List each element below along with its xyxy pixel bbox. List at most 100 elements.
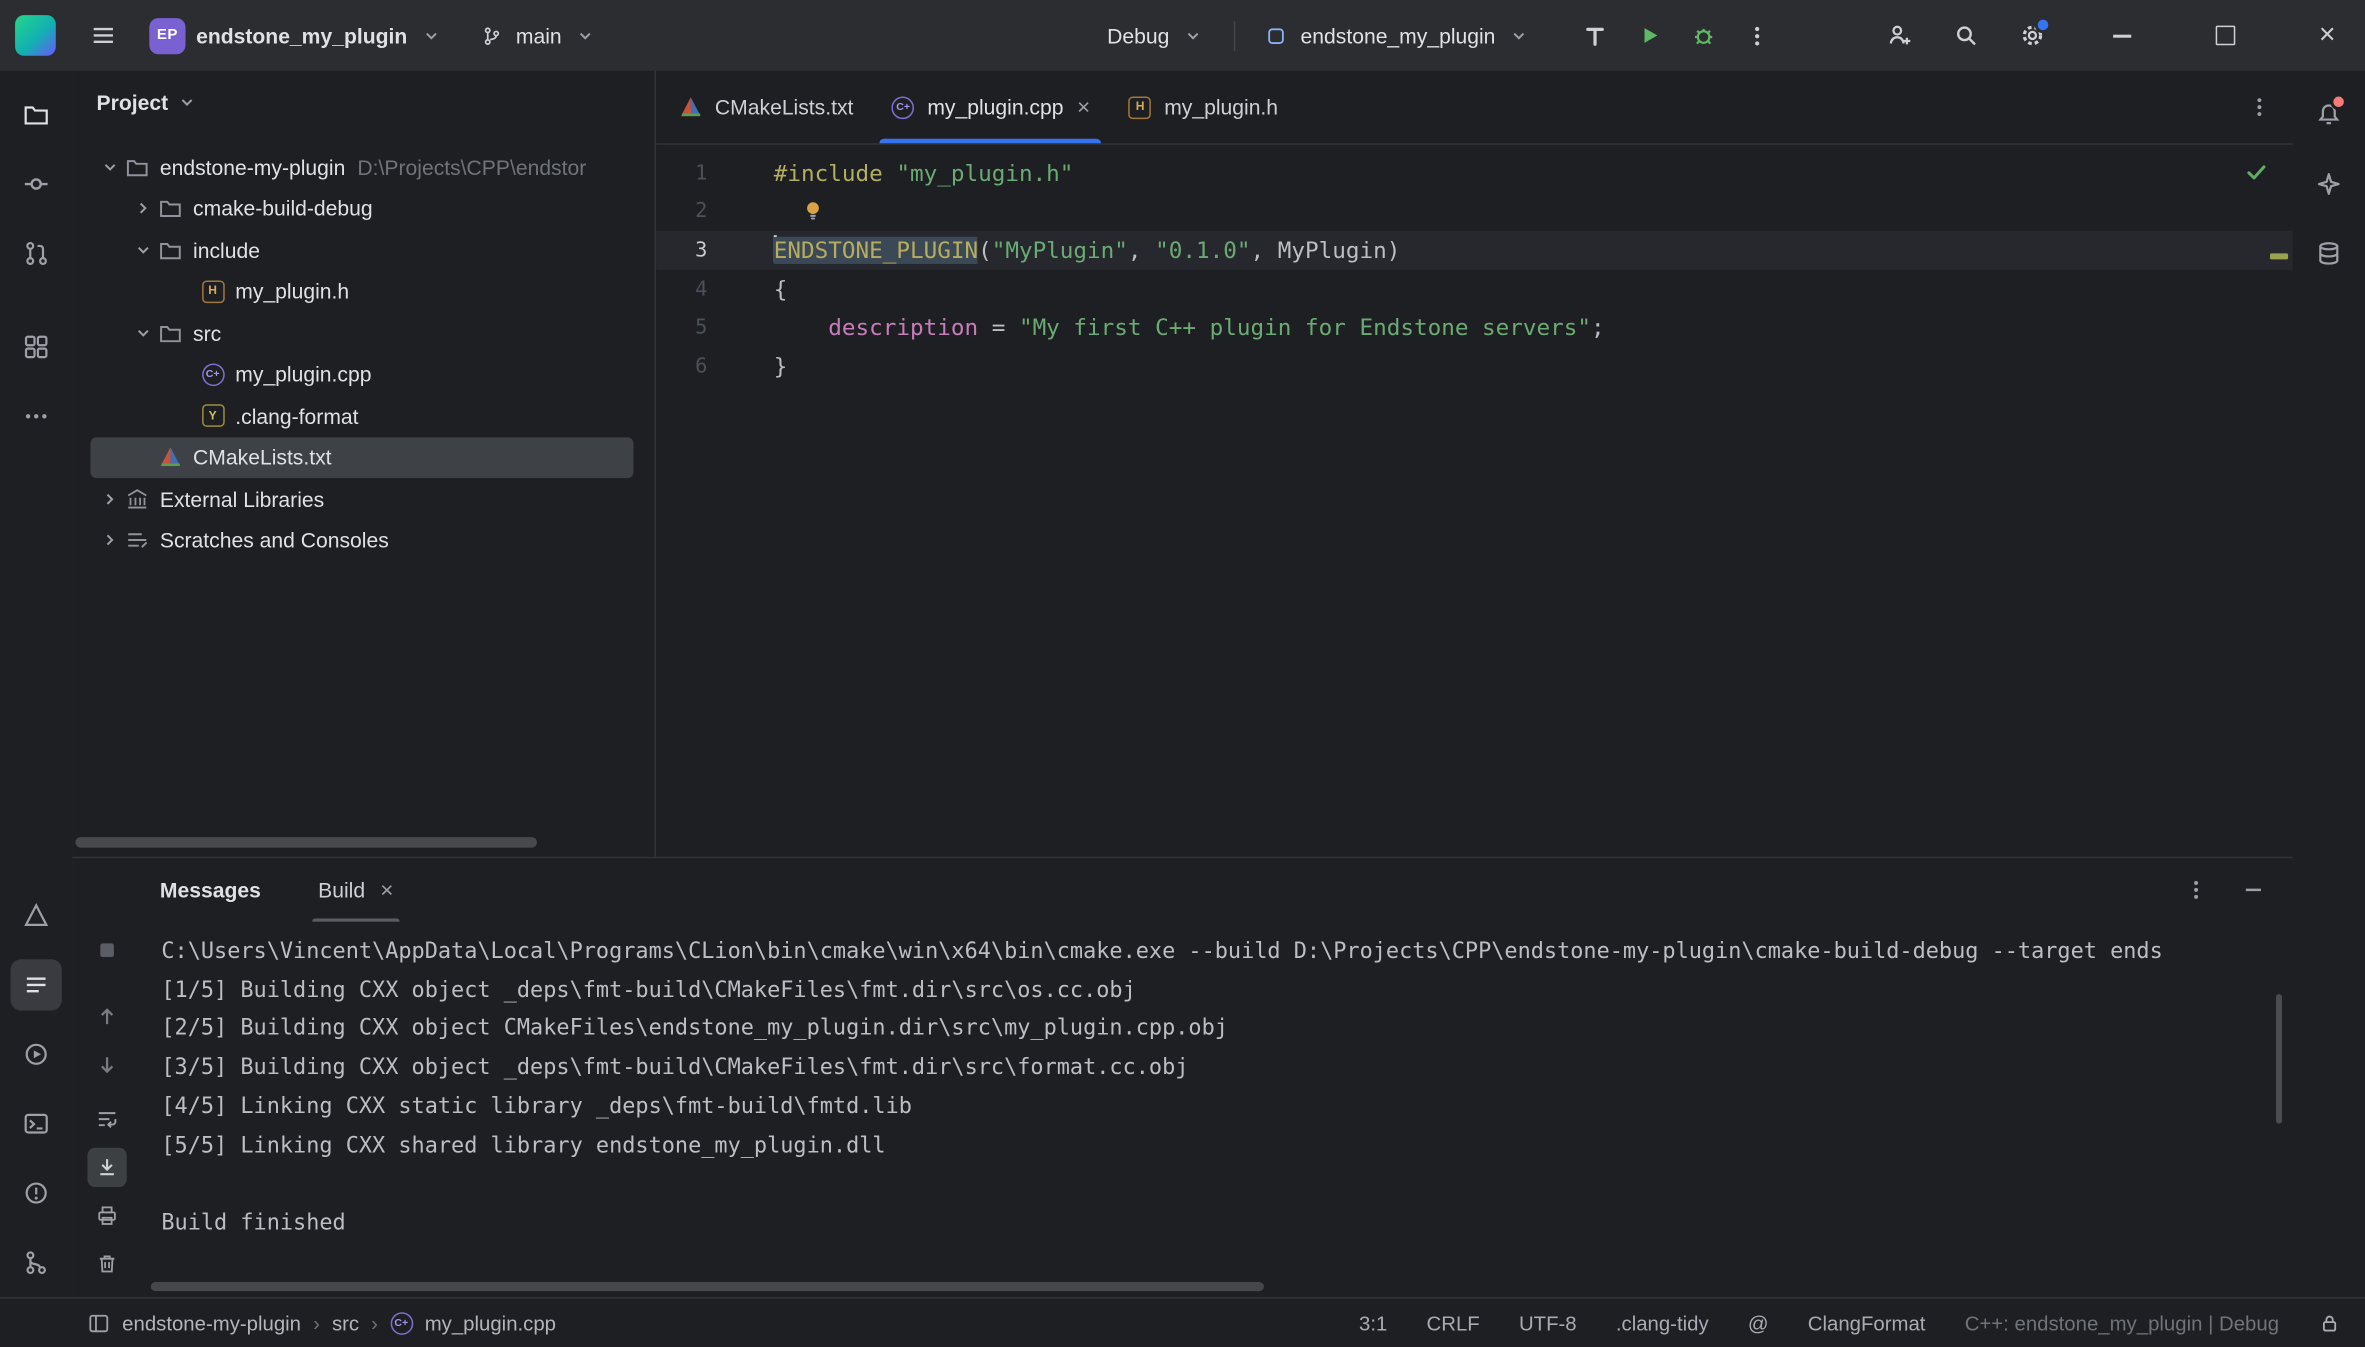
code-with-me-button[interactable] — [1873, 10, 1924, 61]
run-profile-selector[interactable]: Debug — [1095, 10, 1219, 61]
scroll-to-end-button[interactable] — [87, 1147, 127, 1188]
more-toolwindows-button[interactable] — [11, 391, 62, 442]
kebab-icon[interactable] — [2184, 878, 2208, 902]
structure-toolwindow-button[interactable] — [11, 321, 62, 372]
library-icon — [124, 485, 151, 512]
stop-icon — [95, 938, 119, 962]
breadcrumb-src[interactable]: src — [332, 1311, 359, 1334]
run-config-selector[interactable]: endstone_my_plugin — [1251, 10, 1545, 61]
vcs-branch-widget[interactable]: main — [466, 10, 611, 61]
tree-item-External Libraries[interactable]: External Libraries — [72, 478, 654, 519]
build-button[interactable] — [1569, 10, 1620, 61]
chevron-right-icon[interactable] — [97, 485, 124, 512]
cmake-toolwindow-button[interactable] — [11, 890, 62, 941]
close-icon[interactable]: × — [1077, 96, 1090, 119]
stop-button[interactable] — [87, 931, 126, 970]
print-button[interactable] — [87, 1196, 126, 1235]
run-button[interactable] — [1624, 10, 1675, 61]
code-line-5[interactable]: 5 description = "My first C++ plugin for… — [656, 308, 2292, 347]
build-toolwindow-button[interactable] — [10, 959, 62, 1011]
encoding-widget[interactable]: UTF-8 — [1519, 1311, 1577, 1334]
trash-icon — [95, 1252, 119, 1276]
vcs-toolwindow-button[interactable] — [11, 1237, 62, 1288]
breadcrumb-file[interactable]: my_plugin.cpp — [425, 1311, 556, 1334]
tree-item-Scratches and Consoles[interactable]: Scratches and Consoles — [72, 520, 654, 561]
clear-console-button[interactable] — [87, 1244, 126, 1283]
chevron-down-icon[interactable] — [130, 319, 157, 346]
tab-options-button[interactable] — [2247, 71, 2271, 143]
console-toolbar — [72, 922, 141, 1298]
run-toolwindow-button[interactable] — [11, 1029, 62, 1080]
tool-window-widget-icon[interactable] — [87, 1311, 110, 1334]
inspections-ok-widget[interactable] — [2244, 160, 2268, 189]
chevron-down-icon[interactable] — [130, 236, 157, 263]
chevron-down-icon[interactable] — [97, 153, 124, 180]
settings-button[interactable] — [2006, 10, 2057, 61]
project-horizontal-scrollbar[interactable] — [75, 837, 537, 848]
code-line-6[interactable]: 6} — [656, 347, 2292, 386]
tree-item-my_plugin.cpp[interactable]: C+ my_plugin.cpp — [72, 354, 654, 395]
tree-item-endstone-my-plugin[interactable]: endstone-my-plugin D:\Projects\CPP\endsto… — [72, 146, 654, 187]
window-minimize-button[interactable] — [2100, 13, 2145, 58]
main-menu-button[interactable] — [77, 10, 128, 61]
tree-item-cmake-build-debug[interactable]: cmake-build-debug — [72, 188, 654, 229]
problems-toolwindow-button[interactable] — [11, 1167, 62, 1218]
at-icon[interactable]: @ — [1748, 1311, 1769, 1334]
tree-item-include[interactable]: include — [72, 229, 654, 270]
editor-tab-my_plugin.cpp[interactable]: C+ my_plugin.cpp × — [872, 71, 1109, 144]
hide-panel-button[interactable] — [2241, 878, 2265, 902]
build-tab[interactable]: Build × — [312, 858, 400, 922]
tree-item-.clang-format[interactable]: Y .clang-format — [72, 395, 654, 436]
intention-bulb-icon[interactable] — [799, 198, 826, 225]
console-vertical-scrollbar[interactable] — [2276, 993, 2283, 1124]
resolve-context-widget[interactable]: C++: endstone_my_plugin | Debug — [1965, 1311, 2279, 1334]
statusbar: endstone-my-plugin › src › C+ my_plugin.… — [0, 1297, 2365, 1347]
tree-item-src[interactable]: src — [72, 312, 654, 353]
search-icon — [1952, 23, 1978, 49]
code-line-1[interactable]: 1 #include "my_plugin.h" — [656, 154, 2292, 193]
clang-tidy-widget[interactable]: .clang-tidy — [1616, 1311, 1709, 1334]
caret-position-widget[interactable]: 3:1 — [1359, 1311, 1387, 1334]
soft-wrap-button[interactable] — [87, 1100, 126, 1139]
code-editor-area[interactable]: 1 #include "my_plugin.h" 2 3 ENDSTONE_PLUGIN… — [656, 145, 2293, 866]
breadcrumb-project[interactable]: endstone-my-plugin — [122, 1311, 301, 1334]
project-toolwindow-button[interactable] — [11, 89, 62, 140]
messages-title[interactable]: Messages — [160, 878, 261, 902]
cmake-triangle-icon — [23, 902, 50, 929]
editor-tab-CMakeLists.txt[interactable]: CMakeLists.txt — [659, 71, 871, 143]
code-line-2[interactable]: 2 — [656, 192, 2292, 231]
editor-tab-my_plugin.h[interactable]: Hmy_plugin.h — [1108, 71, 1296, 143]
lock-icon[interactable] — [2318, 1311, 2341, 1334]
database-button[interactable] — [2303, 228, 2354, 279]
debug-button[interactable] — [1678, 10, 1729, 61]
window-close-button[interactable]: × — [2305, 13, 2350, 58]
project-panel-header[interactable]: Project — [72, 71, 654, 134]
close-icon[interactable]: × — [380, 879, 393, 902]
more-actions-button[interactable] — [1732, 10, 1783, 61]
console-horizontal-scrollbar[interactable] — [150, 1282, 1264, 1292]
pull-requests-toolwindow-button[interactable] — [11, 228, 62, 279]
code-line-4[interactable]: 4{ — [656, 270, 2292, 309]
close-icon: × — [2318, 19, 2336, 52]
terminal-toolwindow-button[interactable] — [11, 1098, 62, 1149]
prev-message-button[interactable] — [87, 997, 126, 1036]
chevron-right-icon[interactable] — [97, 527, 124, 554]
code-line-3[interactable]: 3 ENDSTONE_PLUGIN("MyPlugin", "0.1.0", My… — [656, 231, 2293, 270]
line-separator-widget[interactable]: CRLF — [1427, 1311, 1480, 1334]
project-widget[interactable]: EP endstone_my_plugin — [137, 10, 457, 61]
clang-format-widget[interactable]: ClangFormat — [1808, 1311, 1926, 1334]
clion-logo-icon[interactable] — [15, 15, 56, 56]
search-everywhere-button[interactable] — [1940, 10, 1991, 61]
notifications-button[interactable] — [2303, 89, 2354, 140]
commit-toolwindow-button[interactable] — [11, 158, 62, 209]
build-console[interactable]: C:\Users\Vincent\AppData\Local\Programs\… — [161, 934, 2271, 1276]
tree-item-CMakeLists.txt[interactable]: CMakeLists.txt — [90, 436, 634, 479]
ai-assistant-button[interactable] — [2303, 158, 2354, 209]
window-maximize-button[interactable] — [2202, 13, 2247, 58]
line-number: 2 — [695, 199, 708, 224]
chevron-right-icon[interactable] — [130, 195, 157, 222]
breadcrumb-separator: › — [313, 1311, 320, 1335]
next-message-button[interactable] — [87, 1045, 126, 1084]
terminal-icon — [23, 1110, 50, 1137]
tree-item-my_plugin.h[interactable]: Hmy_plugin.h — [72, 271, 654, 312]
